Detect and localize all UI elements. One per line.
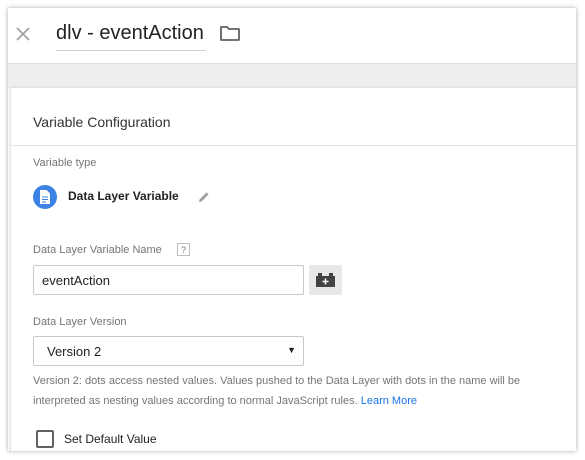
variable-editor-panel: dlv - eventAction Variable Configuration… <box>8 8 576 451</box>
dlv-name-label: Data Layer Variable Name <box>33 244 162 256</box>
folder-icon[interactable] <box>219 23 241 43</box>
variable-configuration-card: Variable Configuration Variable type Dat… <box>11 88 576 451</box>
version-help-body: Version 2: dots access nested values. Va… <box>33 375 521 407</box>
variable-brick-icon <box>316 273 335 287</box>
variable-picker-button[interactable] <box>309 265 342 295</box>
variable-type-label: Variable type <box>33 157 97 169</box>
dlv-version-label: Data Layer Version <box>33 316 127 328</box>
default-value-label[interactable]: Set Default Value <box>64 432 157 446</box>
select-value: Version 2 <box>47 344 102 359</box>
card-title: Variable Configuration <box>33 114 171 130</box>
variable-title[interactable]: dlv - eventAction <box>56 22 204 44</box>
pencil-icon[interactable] <box>197 190 211 204</box>
dlv-version-select[interactable]: Version 2 ▼ <box>33 336 304 366</box>
version-help-text: Version 2: dots access nested values. Va… <box>33 371 568 411</box>
editor-header: dlv - eventAction <box>8 8 576 64</box>
default-value-checkbox[interactable] <box>36 430 54 448</box>
dlv-name-input[interactable] <box>33 265 304 295</box>
help-icon[interactable]: ? <box>177 243 190 256</box>
title-field[interactable]: dlv - eventAction <box>56 20 206 51</box>
learn-more-link[interactable]: Learn More <box>361 395 417 407</box>
header-band <box>8 64 576 88</box>
card-divider <box>11 145 576 146</box>
document-icon <box>33 185 57 209</box>
variable-type-value[interactable]: Data Layer Variable <box>68 189 179 203</box>
dropdown-arrow-icon: ▼ <box>287 345 296 355</box>
close-icon[interactable] <box>13 24 33 44</box>
